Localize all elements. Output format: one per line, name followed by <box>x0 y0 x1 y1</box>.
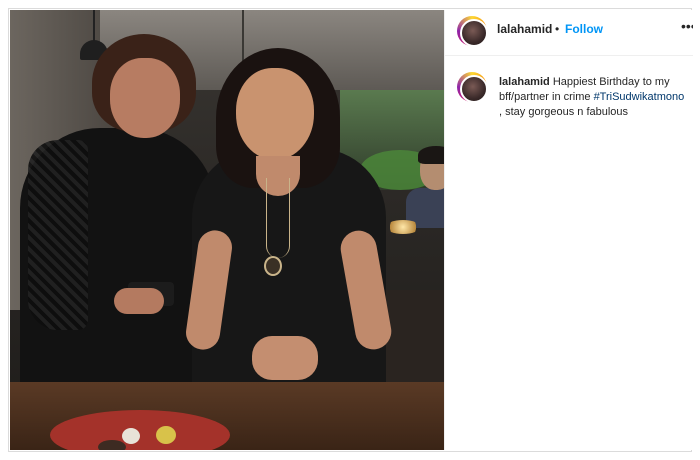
woman-left-lace-sleeve <box>28 140 88 330</box>
necklace-cord <box>266 178 290 258</box>
caption-body-end: , stay gorgeous n fabulous <box>499 106 629 118</box>
header-separator: • <box>555 22 560 36</box>
post-sidebar: lalahamid • Follow ••• lalahamid Happies… <box>444 10 693 450</box>
caption-username[interactable]: lalahamid <box>499 76 550 88</box>
caption-text: lalahamid Happiest Birthday to my bff/pa… <box>499 75 689 120</box>
caption-hashtag[interactable]: #TriSudwikatmono <box>594 91 685 103</box>
background-person-hair <box>418 146 444 164</box>
header-username[interactable]: lalahamid <box>497 22 552 36</box>
candle-light <box>386 220 420 234</box>
woman-left-face <box>110 58 180 138</box>
woman-left-hand <box>114 288 164 314</box>
post-photo[interactable] <box>10 10 444 450</box>
cake-decoration <box>122 428 140 444</box>
avatar[interactable] <box>457 16 488 47</box>
woman-right-hands <box>252 336 318 380</box>
necklace-pendant <box>264 256 282 276</box>
more-options-icon[interactable]: ••• <box>681 18 693 34</box>
follow-button[interactable]: Follow <box>565 22 603 36</box>
avatar[interactable] <box>457 72 488 103</box>
woman-right-face <box>236 68 314 160</box>
cake-decoration <box>98 440 126 450</box>
cake-decoration <box>156 426 176 444</box>
post-header: lalahamid • Follow ••• <box>445 10 693 56</box>
